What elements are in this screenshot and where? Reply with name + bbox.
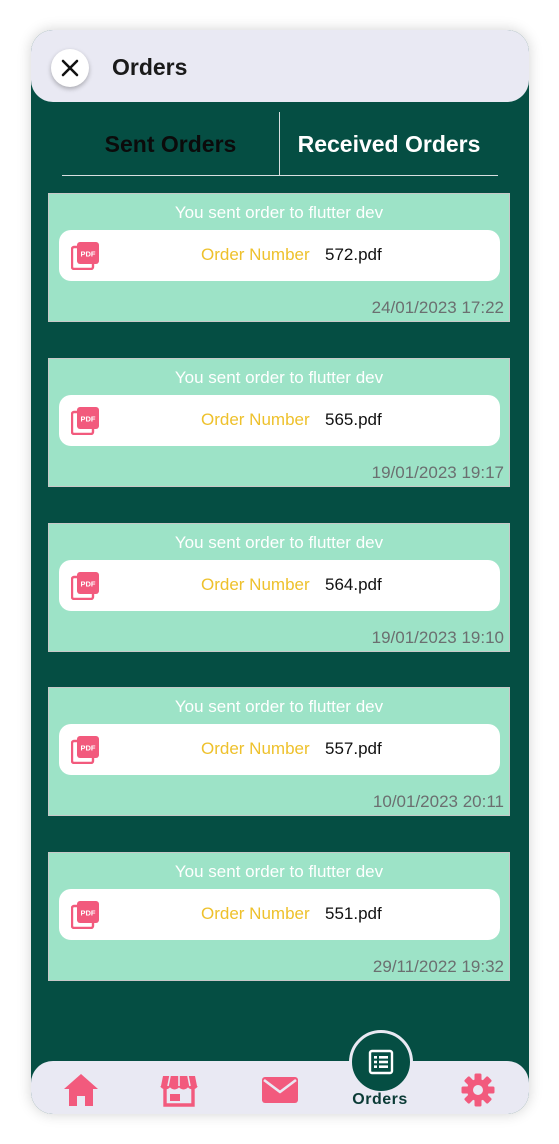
- order-number-label: Order Number: [201, 739, 310, 758]
- order-number-label: Order Number: [201, 245, 310, 264]
- tab-bar: Sent Orders Received Orders: [62, 112, 498, 176]
- order-timestamp: 19/01/2023 19:17: [371, 463, 504, 482]
- tab-received-orders[interactable]: Received Orders: [280, 112, 498, 176]
- order-file-name[interactable]: 572.pdf: [325, 245, 382, 265]
- nav-settings-button[interactable]: [458, 1070, 498, 1110]
- order-timestamp: 29/11/2022 19:32: [372, 957, 504, 976]
- order-card[interactable]: You sent order to flutter dev PDF Order …: [48, 358, 510, 487]
- order-card-header: You sent order to flutter dev: [174, 697, 384, 716]
- phone-screen: Orders Sent Orders Received Orders You s…: [31, 30, 529, 1114]
- close-icon: [61, 59, 79, 77]
- store-icon: [160, 1075, 198, 1107]
- pdf-icon: PDF: [71, 572, 99, 600]
- order-timestamp: 24/01/2023 17:22: [371, 298, 504, 317]
- order-file-row[interactable]: PDF Order Number 551.pdf: [59, 889, 500, 940]
- svg-text:PDF: PDF: [81, 580, 96, 589]
- home-icon: [64, 1074, 98, 1106]
- tab-underline: [62, 175, 498, 176]
- nav-mail-button[interactable]: [260, 1070, 300, 1110]
- order-card-header: You sent order to flutter dev: [174, 203, 384, 222]
- app-bar: Orders: [31, 30, 529, 102]
- order-card[interactable]: You sent order to flutter dev PDF Order …: [48, 193, 510, 322]
- close-button[interactable]: [51, 49, 89, 87]
- order-file-name[interactable]: 565.pdf: [325, 410, 382, 430]
- order-file-row[interactable]: PDF Order Number 565.pdf: [59, 395, 500, 446]
- order-file-row[interactable]: PDF Order Number 572.pdf: [59, 230, 500, 281]
- pdf-icon: PDF: [71, 901, 99, 929]
- order-timestamp: 10/01/2023 20:11: [372, 792, 504, 811]
- svg-text:PDF: PDF: [81, 250, 96, 259]
- svg-text:PDF: PDF: [81, 909, 96, 918]
- order-file-name[interactable]: 557.pdf: [325, 739, 382, 759]
- order-file-name[interactable]: 564.pdf: [325, 575, 382, 595]
- order-number-label: Order Number: [201, 575, 310, 594]
- page-title: Orders: [112, 54, 188, 80]
- order-file-row[interactable]: PDF Order Number 564.pdf: [59, 560, 500, 611]
- svg-text:PDF: PDF: [81, 744, 96, 753]
- order-timestamp: 19/01/2023 19:10: [371, 628, 504, 647]
- order-card-header: You sent order to flutter dev: [174, 862, 384, 881]
- order-card-header: You sent order to flutter dev: [174, 368, 384, 387]
- pdf-icon: PDF: [71, 736, 99, 764]
- order-card[interactable]: You sent order to flutter dev PDF Order …: [48, 523, 510, 652]
- order-number-label: Order Number: [201, 410, 310, 429]
- nav-orders-button[interactable]: [349, 1030, 413, 1094]
- order-file-row[interactable]: PDF Order Number 557.pdf: [59, 724, 500, 775]
- svg-text:PDF: PDF: [81, 415, 96, 424]
- orders-icon: [368, 1049, 394, 1075]
- nav-orders-label[interactable]: Orders: [340, 1091, 420, 1109]
- pdf-icon: PDF: [71, 407, 99, 435]
- tab-sent-orders[interactable]: Sent Orders: [62, 112, 279, 176]
- nav-store-button[interactable]: [159, 1070, 199, 1110]
- order-file-name[interactable]: 551.pdf: [325, 904, 382, 924]
- order-card[interactable]: You sent order to flutter dev PDF Order …: [48, 852, 510, 981]
- mail-icon: [262, 1077, 298, 1103]
- order-number-label: Order Number: [201, 904, 310, 923]
- pdf-icon: PDF: [71, 242, 99, 270]
- order-card[interactable]: You sent order to flutter dev PDF Order …: [48, 687, 510, 816]
- nav-home-button[interactable]: [61, 1070, 101, 1110]
- gear-icon: [461, 1073, 495, 1107]
- order-card-header: You sent order to flutter dev: [174, 533, 384, 552]
